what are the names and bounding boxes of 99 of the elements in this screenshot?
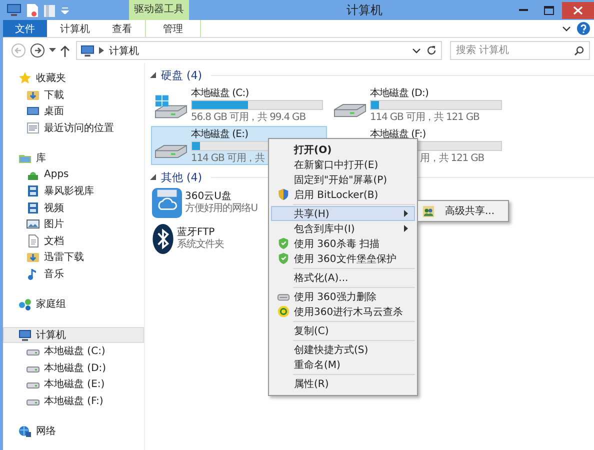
picture-icon bbox=[26, 217, 40, 232]
device-name: 蓝牙FTP bbox=[177, 227, 216, 238]
minimize-icon bbox=[518, 9, 528, 11]
sidebar-item[interactable]: 迅雷下载 bbox=[3, 249, 144, 266]
properties-icon[interactable] bbox=[27, 4, 38, 16]
sidebar-item[interactable]: 桌面 bbox=[3, 103, 144, 120]
computer-icon bbox=[81, 44, 94, 56]
shield-icon bbox=[276, 237, 290, 250]
window-title: 计算机 bbox=[346, 2, 384, 18]
device-description: 系统文件夹 bbox=[177, 239, 224, 251]
bluetooth-icon bbox=[152, 224, 174, 254]
sidebar-item[interactable]: 家庭组 bbox=[3, 296, 144, 312]
refresh-icon[interactable] bbox=[426, 45, 437, 56]
help-icon[interactable] bbox=[577, 22, 590, 35]
sidebar-item[interactable]: 最近访问的位置 bbox=[3, 120, 144, 136]
menu-item[interactable]: 格式化(A)... bbox=[271, 270, 415, 285]
device-name: 360云U盘 bbox=[185, 191, 232, 202]
recent-places-icon bbox=[26, 120, 40, 135]
forward-icon[interactable] bbox=[30, 43, 45, 58]
sidebar-item[interactable]: 本地磁盘 (D:) bbox=[3, 360, 144, 376]
menu-item[interactable]: 共享(H) bbox=[271, 206, 415, 221]
caret-icon[interactable] bbox=[49, 48, 56, 53]
download-folder-icon bbox=[26, 250, 40, 264]
menu-item[interactable]: 包含到库中(I) bbox=[271, 221, 415, 236]
sidebar-item[interactable]: 本地磁盘 (F:) bbox=[3, 392, 144, 409]
ribbon-tab[interactable]: 查看 bbox=[101, 20, 143, 37]
collapse-icon[interactable] bbox=[150, 174, 156, 180]
drive-tile[interactable]: 本地磁盘 (C:) 56.8 GB 可用，共 99.4 GB bbox=[151, 85, 327, 124]
search-icon[interactable] bbox=[574, 46, 584, 56]
menu-item[interactable]: 创建快捷方式(S) bbox=[271, 342, 415, 357]
drive-stats: 114 GB 可用，共 bbox=[191, 153, 266, 164]
film-icon bbox=[26, 200, 40, 215]
search-field[interactable]: 搜索 计算机 bbox=[450, 41, 590, 60]
computer-icon bbox=[18, 328, 32, 342]
system-drive-icon bbox=[155, 93, 187, 120]
drive-stats: 56.8 GB 可用，共 99.4 GB bbox=[191, 112, 306, 123]
close-button[interactable] bbox=[562, 2, 594, 18]
sidebar-item[interactable]: 收藏夹 bbox=[3, 70, 144, 86]
sidebar-item[interactable]: 计算机 bbox=[3, 326, 144, 343]
chevron-down-icon[interactable] bbox=[562, 26, 571, 32]
sidebar-item[interactable]: 音乐 bbox=[3, 266, 144, 282]
address-bar[interactable]: 计算机 bbox=[76, 41, 442, 60]
drive-name: 本地磁盘 (E:) bbox=[191, 129, 250, 140]
drive-name: 本地磁盘 (C:) bbox=[191, 88, 250, 99]
group-header[interactable]: 硬盘 (4) bbox=[161, 68, 202, 82]
ribbon-tab[interactable]: 管理 bbox=[145, 20, 201, 37]
close-icon bbox=[573, 6, 583, 14]
device-item[interactable]: 360云U盘 方便好用的网络U bbox=[152, 188, 258, 218]
context-tab-header: 驱动器工具 bbox=[129, 0, 189, 20]
menu-item[interactable]: 使用360进行木马云查杀 bbox=[271, 304, 415, 319]
drive-icon bbox=[155, 145, 187, 158]
scan-icon bbox=[276, 305, 290, 318]
menu-item[interactable]: 使用 360文件堡垒保护 bbox=[271, 251, 415, 266]
ribbon-tab[interactable]: 计算机 bbox=[49, 20, 101, 37]
users-icon bbox=[422, 204, 435, 218]
film-icon bbox=[26, 184, 40, 198]
breadcrumb[interactable]: 计算机 bbox=[109, 44, 139, 58]
menu-item[interactable]: 重命名(M) bbox=[271, 357, 415, 372]
ribbon-tab[interactable]: 文件 bbox=[3, 20, 47, 37]
drive-name: 本地磁盘 (F:) bbox=[370, 129, 427, 140]
dropdown-icon[interactable] bbox=[61, 6, 69, 14]
homegroup-icon bbox=[18, 297, 32, 312]
sidebar-item[interactable]: 本地磁盘 (E:) bbox=[3, 376, 144, 392]
device-description: 方便好用的网络U bbox=[185, 203, 258, 215]
sidebar-item[interactable]: Apps bbox=[3, 166, 144, 183]
drive-stats: 用，共 121 GB bbox=[419, 153, 486, 164]
collapse-icon[interactable] bbox=[150, 72, 156, 78]
sidebar-item[interactable]: 网络 bbox=[3, 423, 144, 440]
drive-tile[interactable]: 本地磁盘 (D:) 114 GB 可用，共 121 GB bbox=[330, 85, 506, 124]
breadcrumb-arrow-icon[interactable] bbox=[99, 47, 104, 54]
menu-item[interactable]: 高级共享... bbox=[420, 203, 506, 219]
document-icon bbox=[26, 234, 40, 248]
device-item[interactable]: 蓝牙FTP 系统文件夹 bbox=[152, 224, 224, 254]
maximize-icon bbox=[544, 6, 554, 14]
menu-item[interactable]: 固定到"开始"屏幕(P) bbox=[271, 172, 415, 187]
sidebar-item[interactable]: 文档 bbox=[3, 232, 144, 249]
drive-stats: 114 GB 可用，共 121 GB bbox=[370, 112, 480, 123]
sidebar-item[interactable]: 视频 bbox=[3, 200, 144, 216]
menu-item[interactable]: 使用 360强力删除 bbox=[271, 289, 415, 304]
sidebar-item[interactable]: 图片 bbox=[3, 216, 144, 232]
shield-icon bbox=[276, 188, 290, 201]
menu-item[interactable]: 使用 360杀毒 扫描 bbox=[271, 236, 415, 251]
drive-name: 本地磁盘 (D:) bbox=[370, 88, 430, 99]
drive-icon bbox=[334, 104, 366, 117]
sidebar-item[interactable]: 库 bbox=[3, 150, 144, 166]
shield-icon bbox=[276, 252, 290, 265]
menu-item[interactable]: 启用 BitLocker(B) bbox=[271, 187, 415, 202]
up-arrow-icon[interactable] bbox=[60, 44, 70, 56]
cloud-drive-icon bbox=[152, 188, 182, 218]
chevron-down-icon[interactable] bbox=[412, 48, 421, 54]
sidebar-item[interactable]: 下載 bbox=[3, 86, 144, 103]
group-header[interactable]: 其他 (4) bbox=[161, 170, 202, 184]
computer-icon[interactable] bbox=[7, 4, 21, 16]
network-icon bbox=[18, 424, 32, 438]
star-icon bbox=[18, 71, 32, 86]
sidebar-item[interactable]: 暴风影视库 bbox=[3, 183, 144, 200]
sidebar-item[interactable]: 本地磁盘 (C:) bbox=[3, 343, 144, 360]
menu-item[interactable]: 属性(R) bbox=[271, 376, 415, 391]
menu-item[interactable]: 复制(C) bbox=[271, 323, 415, 338]
